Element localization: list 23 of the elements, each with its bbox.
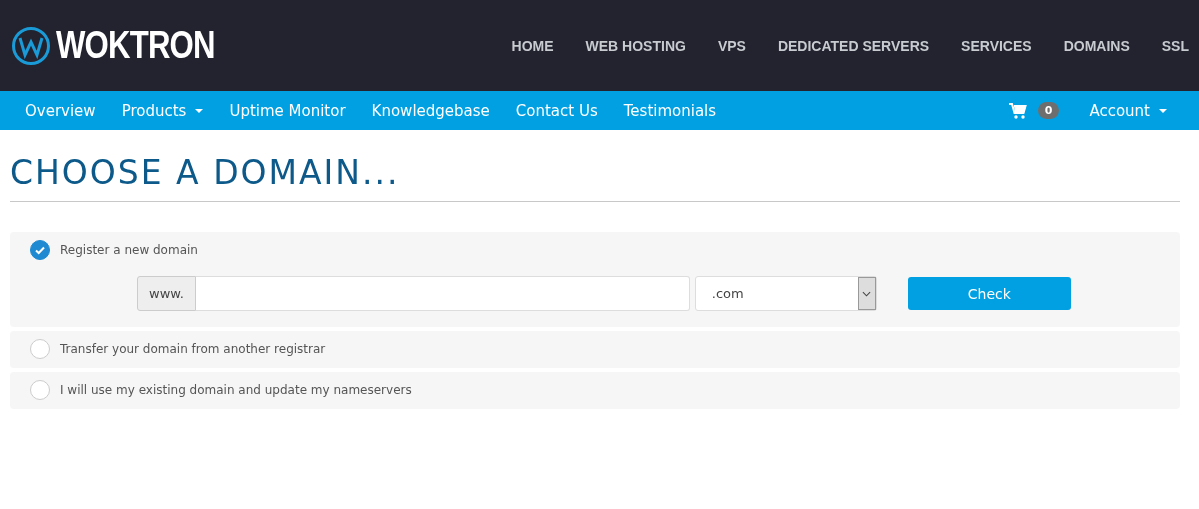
nav-link[interactable]: VPS <box>717 37 746 54</box>
nav-link[interactable]: WEB HOSTING <box>585 37 686 54</box>
nav-link[interactable]: DOMAINS <box>1063 37 1130 54</box>
radio-button[interactable] <box>30 380 50 400</box>
nav-link[interactable]: HOME <box>511 37 554 54</box>
option-label[interactable]: I will use my existing domain and update my nameservers <box>60 383 412 397</box>
nav-link[interactable]: DEDICATED SERVERS <box>777 37 930 54</box>
check-icon <box>34 244 46 256</box>
cart-icon[interactable] <box>1008 102 1027 119</box>
tld-select[interactable]: .com <box>694 276 877 311</box>
logo-icon <box>11 25 51 66</box>
page-title: CHOOSE A DOMAIN... <box>10 152 401 194</box>
radio-button[interactable] <box>30 339 50 359</box>
nav-link[interactable]: SSL <box>1161 37 1189 54</box>
cart-count: 0 <box>1037 102 1060 119</box>
nav-link[interactable]: SERVICES <box>961 37 1032 54</box>
option-label[interactable]: Transfer your domain from another registrar <box>60 342 326 356</box>
domain-input[interactable] <box>195 276 690 311</box>
input-prefix: www. <box>137 276 196 311</box>
brand-name[interactable]: WOKTRON <box>56 24 215 67</box>
radio-button[interactable] <box>30 240 50 260</box>
chevron-down-icon <box>862 290 872 297</box>
option-label[interactable]: Register a new domain <box>60 243 198 257</box>
